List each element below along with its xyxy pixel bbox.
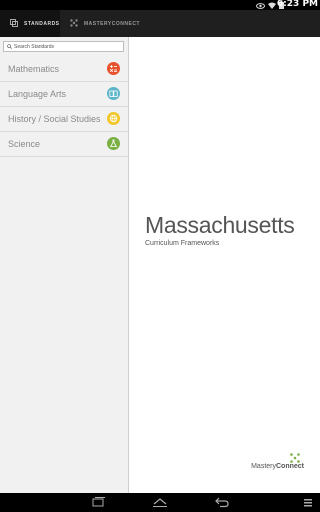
page-subtitle: Curriculum Frameworks xyxy=(145,240,220,247)
tab-masteryconnect-label: MasteryConnect xyxy=(84,20,140,27)
standards-sidebar: Mathematics Language Arts History / Soci… xyxy=(0,37,129,493)
standards-icon xyxy=(10,18,18,29)
tab-standards[interactable]: Standards xyxy=(0,10,60,37)
back-icon[interactable] xyxy=(214,496,230,508)
subject-item-mathematics[interactable]: Mathematics xyxy=(0,57,128,82)
subject-label: Language Arts xyxy=(8,89,67,99)
recent-apps-icon[interactable] xyxy=(90,496,106,508)
masteryconnect-icon xyxy=(70,18,78,29)
subject-label: History / Social Studies xyxy=(8,114,101,124)
top-tab-bar: Standards MasteryConnect xyxy=(0,10,320,37)
subject-item-science[interactable]: Science xyxy=(0,132,128,157)
brand-part-2: Connect xyxy=(276,463,304,470)
subject-list: Mathematics Language Arts History / Soci… xyxy=(0,57,128,157)
history-icon xyxy=(107,112,120,125)
home-icon[interactable] xyxy=(152,496,168,508)
masteryconnect-logo xyxy=(290,453,300,463)
science-icon xyxy=(107,137,120,150)
android-nav-bar xyxy=(0,493,320,512)
tab-standards-label: Standards xyxy=(24,20,60,27)
search-input[interactable] xyxy=(14,42,114,51)
tab-masteryconnect[interactable]: MasteryConnect xyxy=(60,10,140,37)
language-arts-icon xyxy=(107,87,120,100)
main-content: Massachusetts Curriculum Frameworks Mast… xyxy=(129,37,320,493)
menu-icon[interactable] xyxy=(302,496,314,508)
search-box[interactable] xyxy=(3,41,124,52)
brand-wordmark: MasteryConnect xyxy=(251,463,304,470)
subject-item-history[interactable]: History / Social Studies xyxy=(0,107,128,132)
search-icon xyxy=(7,44,12,49)
status-bar: 6:23 PM xyxy=(0,0,320,10)
brand-part-1: Mastery xyxy=(251,463,276,470)
subject-label: Science xyxy=(8,139,41,149)
math-icon xyxy=(107,62,120,75)
clock: 6:23 PM xyxy=(276,0,318,9)
subject-label: Mathematics xyxy=(8,64,60,74)
page-title: Massachusetts xyxy=(145,212,295,238)
subject-item-language-arts[interactable]: Language Arts xyxy=(0,82,128,107)
